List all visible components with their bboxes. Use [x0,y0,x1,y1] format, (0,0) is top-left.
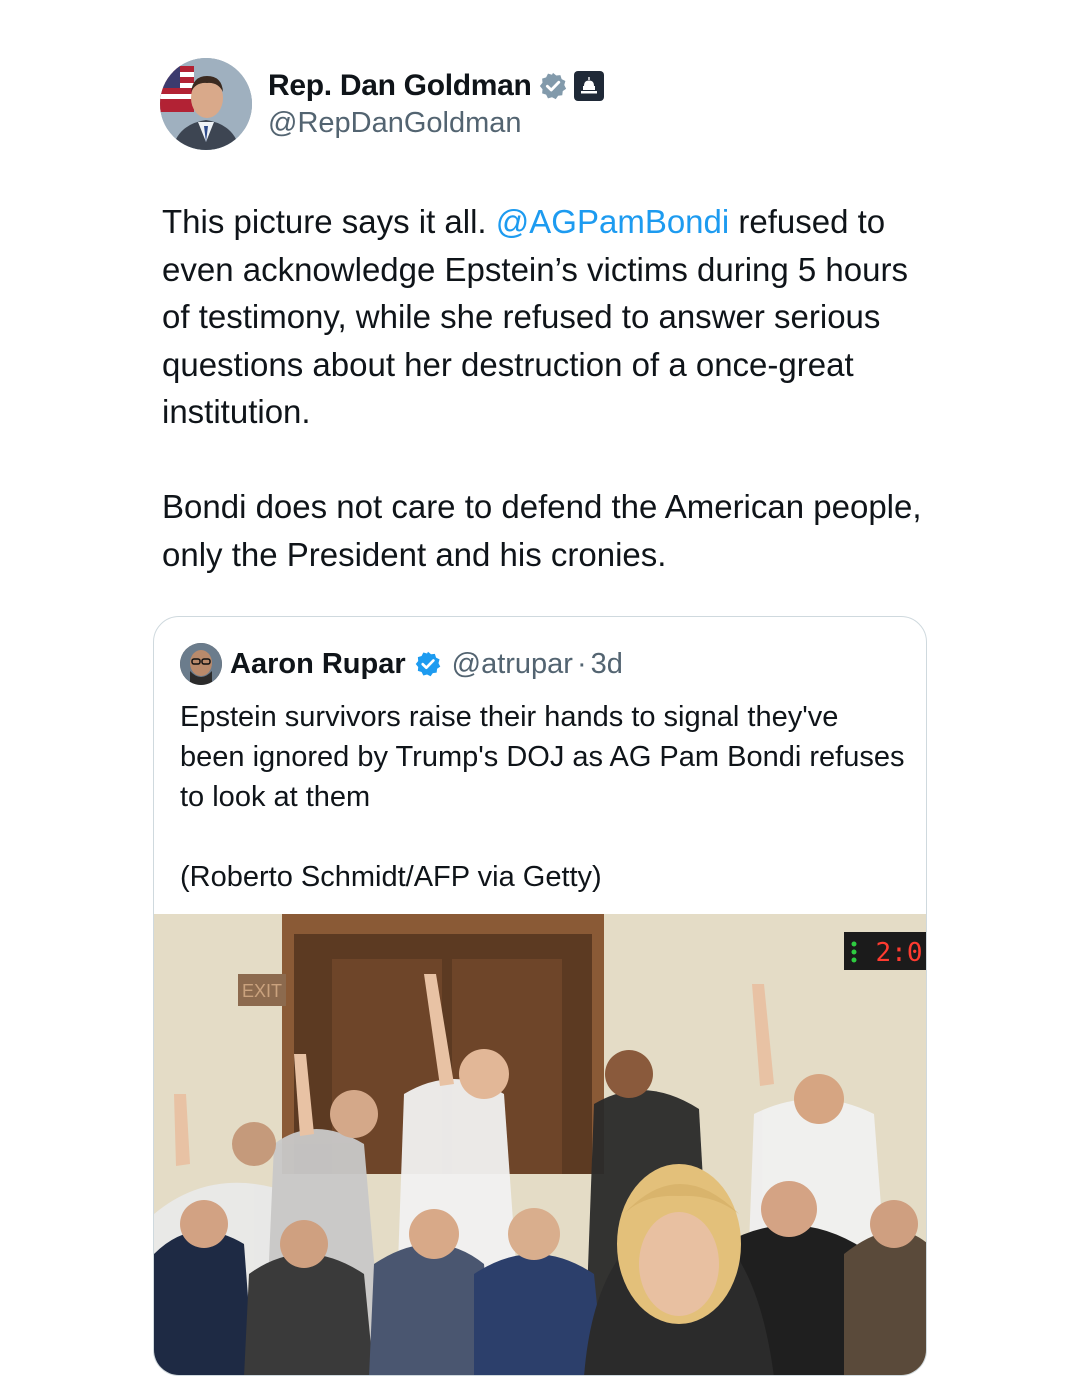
verified-badge-icon [538,71,568,101]
quoted-author-avatar[interactable] [180,643,222,685]
quoted-tweet-text: Epstein survivors raise their hands to s… [180,697,910,897]
quoted-handle[interactable]: @atrupar [452,648,573,681]
quoted-tweet[interactable]: Aaron Rupar @atrupar · 3d Epstein surviv… [153,616,927,1376]
quoted-display-name[interactable]: Aaron Rupar [230,648,406,681]
capitol-icon [580,76,597,93]
tweet-paragraph-2: Bondi does not care to defend the Americ… [162,488,922,573]
photo-credit: (Roberto Schmidt/AFP via Getty) [180,861,602,893]
timer-readout: 2:0 [876,938,923,968]
mention-link[interactable]: @AGPamBondi [496,203,729,240]
quoted-tweet-photo[interactable]: EXIT 2:0 [154,914,926,1375]
tweet-text-segment: This picture says it all. [162,203,496,240]
verified-badge-icon [414,650,442,678]
author-handle[interactable]: @RepDanGoldman [268,107,604,140]
quoted-timestamp[interactable]: 3d [591,648,623,681]
tweet-paragraph-1: This picture says it all. @AGPamBondi re… [162,198,932,436]
separator-dot: · [576,647,587,680]
government-badge-icon [573,70,604,101]
quoted-paragraph-1: Epstein survivors raise their hands to s… [180,701,905,813]
tweet-text: This picture says it all. @AGPamBondi re… [162,198,932,578]
author-avatar[interactable] [160,58,252,150]
exit-sign-text: EXIT [242,981,282,1001]
quoted-tweet-header: Aaron Rupar @atrupar · 3d [180,643,623,685]
tweet-header: Rep. Dan Goldman @RepDanGoldman [160,58,604,150]
author-display-name[interactable]: Rep. Dan Goldman [268,69,532,103]
